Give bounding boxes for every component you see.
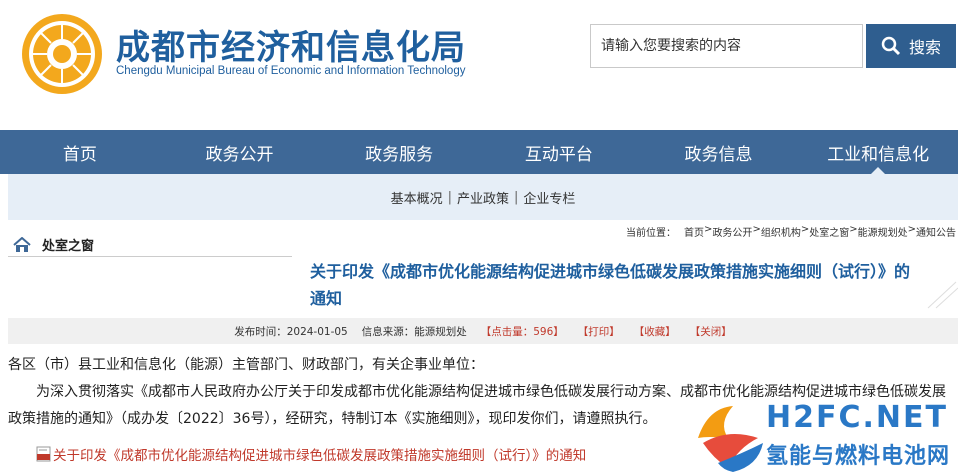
breadcrumb-item[interactable]: 组织机构 [761,224,801,239]
breadcrumb-item[interactable]: 处室之窗 [809,224,849,239]
nav-item-government-services[interactable]: 政务服务 [319,130,479,174]
breadcrumb-item[interactable]: 能源规划处 [858,224,908,239]
attachment-link[interactable]: 关于印发《成都市优化能源结构促进城市绿色低碳发展政策措施实施细则（试行）》的通知 [36,444,586,464]
breadcrumb-item[interactable]: 首页 [684,224,704,239]
sub-nav: 基本概况 | 产业政策 | 企业专栏 [8,174,958,220]
pdf-icon [36,446,51,462]
subnav-divider: | [514,189,519,205]
close-button[interactable]: 【关闭】 [690,324,732,339]
publish-date: 发布时间：2024-01-05 [234,325,348,338]
nav-item-interaction[interactable]: 互动平台 [479,130,639,174]
subnav-item-industry-policy[interactable]: 产业政策 [457,188,509,207]
breadcrumb: 当前位置： 首页 > 政务公开 > 组织机构 > 处室之窗 > 能源规划处 > 通知公告 [626,224,956,239]
article-meta-bar: 发布时间：2024-01-05 信息来源：能源规划处 【点击量：596】 【打印… [8,318,958,344]
home-icon [13,236,31,252]
site-title-en: Chengdu Municipal Bureau of Economic and… [116,65,466,77]
breadcrumb-item[interactable]: 通知公告 [916,224,956,239]
attachment-label: 关于印发《成都市优化能源结构促进城市绿色低碳发展政策措施实施细则（试行）》的通知 [53,448,587,464]
info-source: 信息来源：能源规划处 [361,325,467,338]
nav-item-government-affairs[interactable]: 政务公开 [160,130,320,174]
h2fc-watermark: H2FC.NET 氢能与燃料电池网 [688,398,958,475]
print-button[interactable]: 【打印】 [578,324,620,339]
sidebar-title-label: 处室之窗 [42,239,95,254]
search-icon [881,36,901,56]
bureau-logo-icon [22,14,102,94]
search-input[interactable] [590,24,863,68]
subnav-item-overview[interactable]: 基本概况 [391,188,443,207]
search-button-label: 搜索 [908,38,941,57]
search-button[interactable]: 搜索 [866,24,956,68]
decorative-lines [927,281,958,309]
site-title-cn: 成都市经济和信息化局 [116,28,466,68]
watermark-tagline: 氢能与燃料电池网 [766,444,951,469]
sidebar-section-title: 处室之窗 [8,233,292,257]
h2fc-logo-icon [698,406,763,472]
breadcrumb-item[interactable]: 政务公开 [712,224,752,239]
site-header: 成都市经济和信息化局 Chengdu Municipal Bureau of E… [0,0,958,130]
article-title: 关于印发《成都市优化能源结构促进城市绿色低碳发展政策措施实施细则（试行）》的通知 [310,262,911,308]
nav-item-government-info[interactable]: 政务信息 [639,130,799,174]
subnav-item-enterprise[interactable]: 企业专栏 [523,188,575,207]
breadcrumb-label: 当前位置： [626,228,677,239]
click-count: 【点击量：596】 [480,325,564,338]
watermark-brand: H2FC.NET [766,400,948,435]
article-salutation: 各区（市）县工业和信息化（能源）主管部门、财政部门，有关企事业单位： [8,357,484,373]
main-nav: 首页 政务公开 政务服务 互动平台 政务信息 工业和信息化 [0,130,958,174]
subnav-divider: | [447,189,452,205]
favorite-button[interactable]: 【收藏】 [634,324,676,339]
nav-item-home[interactable]: 首页 [0,130,160,174]
nav-item-industry-it[interactable]: 工业和信息化 [798,130,958,174]
